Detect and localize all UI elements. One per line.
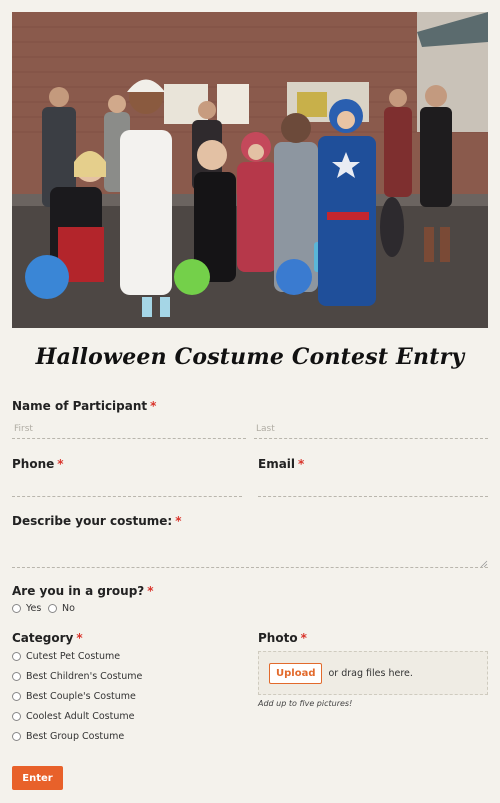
group-option-yes[interactable]: Yes: [12, 603, 41, 614]
phone-label-text: Phone: [12, 457, 55, 471]
first-name-field[interactable]: [12, 421, 246, 439]
category-option-best-group[interactable]: Best Group Costume: [12, 731, 124, 742]
form-title: Halloween Costume Contest Entry: [35, 344, 465, 370]
radio-button[interactable]: [12, 732, 21, 741]
name-label: Name of Participant *: [12, 399, 156, 413]
category-option-label: Cutest Pet Costume: [26, 651, 121, 662]
phone-field[interactable]: [12, 479, 242, 497]
category-option-label: Best Children's Costume: [26, 671, 143, 682]
email-label: Email *: [258, 457, 304, 471]
category-option-label: Coolest Adult Costume: [26, 711, 135, 722]
radio-button[interactable]: [48, 604, 57, 613]
category-option-best-children[interactable]: Best Children's Costume: [12, 671, 142, 682]
category-option-coolest-adult[interactable]: Coolest Adult Costume: [12, 711, 134, 722]
required-marker: *: [57, 457, 64, 471]
category-label-text: Category: [12, 631, 74, 645]
radio-button[interactable]: [12, 692, 21, 701]
photo-label: Photo *: [258, 631, 307, 645]
phone-label: Phone *: [12, 457, 64, 471]
required-marker: *: [150, 399, 157, 413]
last-name-field[interactable]: [254, 421, 488, 439]
upload-note: Add up to five pictures!: [258, 699, 353, 708]
radio-button[interactable]: [12, 604, 21, 613]
costume-label: Describe your costume: *: [12, 514, 182, 528]
required-marker: *: [175, 514, 182, 528]
required-marker: *: [298, 457, 305, 471]
radio-button[interactable]: [12, 672, 21, 681]
enter-button[interactable]: Enter: [12, 766, 63, 790]
hero-photo-illustration: [12, 12, 488, 328]
group-option-label: No: [62, 603, 75, 614]
category-option-best-couple[interactable]: Best Couple's Costume: [12, 691, 136, 702]
group-option-label: Yes: [26, 603, 42, 614]
category-option-label: Best Group Costume: [26, 731, 125, 742]
resize-handle-icon[interactable]: [480, 560, 488, 568]
category-option-cutest-pet[interactable]: Cutest Pet Costume: [12, 651, 120, 662]
upload-button[interactable]: Upload: [269, 662, 323, 684]
group-option-no[interactable]: No: [48, 603, 75, 614]
category-label: Category *: [12, 631, 83, 645]
required-marker: *: [147, 584, 154, 598]
photo-dropzone[interactable]: Upload or drag files here.: [258, 651, 488, 695]
required-marker: *: [76, 631, 83, 645]
photo-label-text: Photo: [258, 631, 298, 645]
category-option-label: Best Couple's Costume: [26, 691, 136, 702]
radio-button[interactable]: [12, 652, 21, 661]
radio-button[interactable]: [12, 712, 21, 721]
group-label: Are you in a group? *: [12, 584, 154, 598]
email-field[interactable]: [258, 479, 488, 497]
email-label-text: Email: [258, 457, 296, 471]
required-marker: *: [300, 631, 307, 645]
costume-label-text: Describe your costume:: [12, 514, 173, 528]
drag-hint: or drag files here.: [328, 667, 413, 679]
group-label-text: Are you in a group?: [12, 584, 145, 598]
hero-photo: [12, 12, 488, 328]
costume-description-field[interactable]: [12, 536, 488, 568]
name-label-text: Name of Participant: [12, 399, 148, 413]
